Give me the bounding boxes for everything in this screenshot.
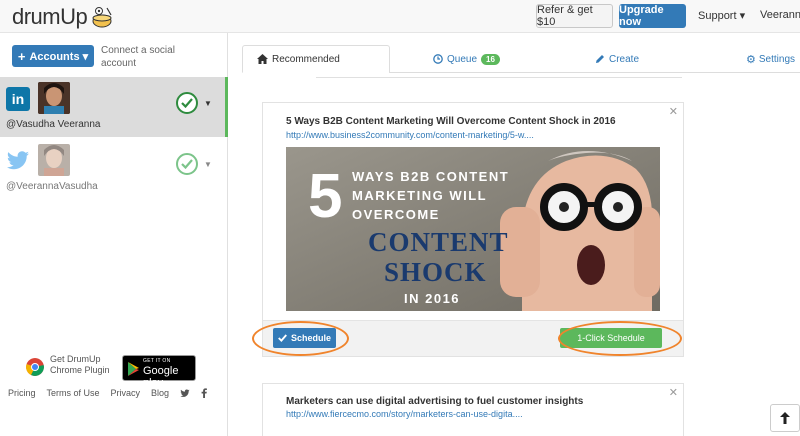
gear-icon: ⚙ — [746, 53, 756, 66]
content-card: ✕ 5 Ways B2B Content Marketing Will Over… — [262, 102, 684, 357]
image-big-1: CONTENT — [368, 227, 509, 257]
tab-recommended-label: Recommended — [272, 53, 340, 65]
google-play-icon — [128, 362, 139, 376]
drum-mascot-icon — [92, 7, 112, 28]
content-divider — [316, 77, 682, 78]
card-title[interactable]: Marketers can use digital advertising to… — [286, 396, 583, 407]
home-icon — [257, 54, 268, 64]
support-menu[interactable]: Support ▾ — [698, 9, 745, 22]
card-title[interactable]: 5 Ways B2B Content Marketing Will Overco… — [286, 116, 616, 127]
check-icon — [278, 334, 287, 342]
footer-link-blog[interactable]: Blog — [151, 388, 169, 398]
content-card: ✕ Marketers can use digital advertising … — [262, 383, 684, 436]
accounts-button-label: Accounts ▾ — [29, 50, 89, 63]
image-line-2: MARKETING WILL — [352, 188, 488, 203]
logo-text: drumUp — [12, 4, 88, 29]
account-row-linkedin[interactable]: in @Vasudha Veeranna ▼ — [0, 77, 228, 137]
card-actions-bar: Schedule 1-Click Schedule — [263, 320, 683, 356]
accounts-button[interactable]: + Accounts ▾ — [12, 45, 94, 67]
top-navbar: drumUp Refer & get $10 Upgrade now Suppo… — [0, 0, 800, 33]
chevron-down-icon[interactable]: ▼ — [204, 160, 212, 169]
tabs-divider — [389, 72, 800, 73]
tab-queue[interactable]: Queue 16 — [433, 45, 500, 73]
refer-button[interactable]: Refer & get $10 — [536, 4, 613, 28]
avatar — [38, 144, 70, 176]
tab-recommended[interactable]: Recommended — [242, 45, 390, 73]
image-big-2: SHOCK — [384, 257, 487, 287]
check-icon[interactable] — [176, 92, 198, 114]
linkedin-icon: in — [6, 87, 30, 111]
image-line-3: OVERCOME — [352, 207, 440, 222]
scroll-to-top-button[interactable] — [770, 404, 800, 432]
clock-icon — [433, 54, 443, 64]
one-click-schedule-button[interactable]: 1-Click Schedule — [560, 328, 662, 348]
card-link[interactable]: http://www.fiercecmo.com/story/marketers… — [286, 409, 523, 419]
gplay-main-text: Google play — [143, 365, 179, 389]
tab-settings-label: Settings — [758, 53, 796, 65]
user-menu[interactable]: Veeranna — [760, 9, 800, 21]
tab-queue-label: Queue — [447, 53, 478, 65]
footer-link-privacy[interactable]: Privacy — [111, 388, 141, 398]
twitter-icon[interactable] — [180, 388, 190, 398]
tab-settings[interactable]: ⚙ Settings — [746, 45, 795, 73]
twitter-icon — [6, 149, 30, 173]
image-year: IN 2016 — [404, 291, 461, 306]
account-name: @Vasudha Veeranna — [6, 119, 101, 130]
drumup-logo[interactable]: drumUp — [12, 4, 115, 30]
content-tabs: Recommended Queue 16 Create ⚙ Settings — [228, 45, 800, 73]
gplay-top-text: GET IT ON — [143, 358, 171, 364]
arrow-up-icon — [780, 412, 790, 424]
image-line-1: WAYS B2B CONTENT — [352, 169, 510, 184]
close-icon[interactable]: ✕ — [669, 105, 678, 118]
footer-link-pricing[interactable]: Pricing — [8, 388, 36, 398]
card-link[interactable]: http://www.business2community.com/conten… — [286, 130, 534, 140]
chevron-down-icon[interactable]: ▼ — [204, 99, 212, 108]
chrome-plugin-link[interactable]: Get DrumUp Chrome Plugin — [50, 354, 114, 376]
card-image[interactable]: 5 WAYS B2B CONTENT MARKETING WILL OVERCO… — [286, 147, 660, 311]
connect-account-text[interactable]: Connect a social account — [101, 44, 201, 70]
queue-count-badge: 16 — [481, 53, 500, 65]
tab-create[interactable]: Create — [595, 45, 639, 73]
account-name: @VeerannaVasudha — [6, 181, 98, 192]
tab-create-label: Create — [609, 53, 640, 65]
footer-links: Pricing Terms of Use Privacy Blog — [8, 388, 207, 398]
pencil-icon — [596, 55, 604, 63]
avatar — [38, 82, 70, 114]
footer-link-terms[interactable]: Terms of Use — [47, 388, 100, 398]
image-number: 5 — [308, 162, 343, 231]
check-icon[interactable] — [176, 153, 198, 175]
account-row-twitter[interactable]: @VeerannaVasudha ▼ — [0, 139, 228, 197]
schedule-button-label: Schedule — [290, 333, 331, 343]
plus-icon: + — [17, 48, 26, 64]
facebook-icon[interactable] — [201, 388, 207, 398]
upgrade-button[interactable]: Upgrade now — [619, 4, 686, 28]
close-icon[interactable]: ✕ — [669, 386, 678, 399]
schedule-button[interactable]: Schedule — [273, 328, 336, 348]
chrome-icon[interactable] — [26, 358, 44, 376]
google-play-badge[interactable]: GET IT ON Google play — [122, 355, 196, 389]
